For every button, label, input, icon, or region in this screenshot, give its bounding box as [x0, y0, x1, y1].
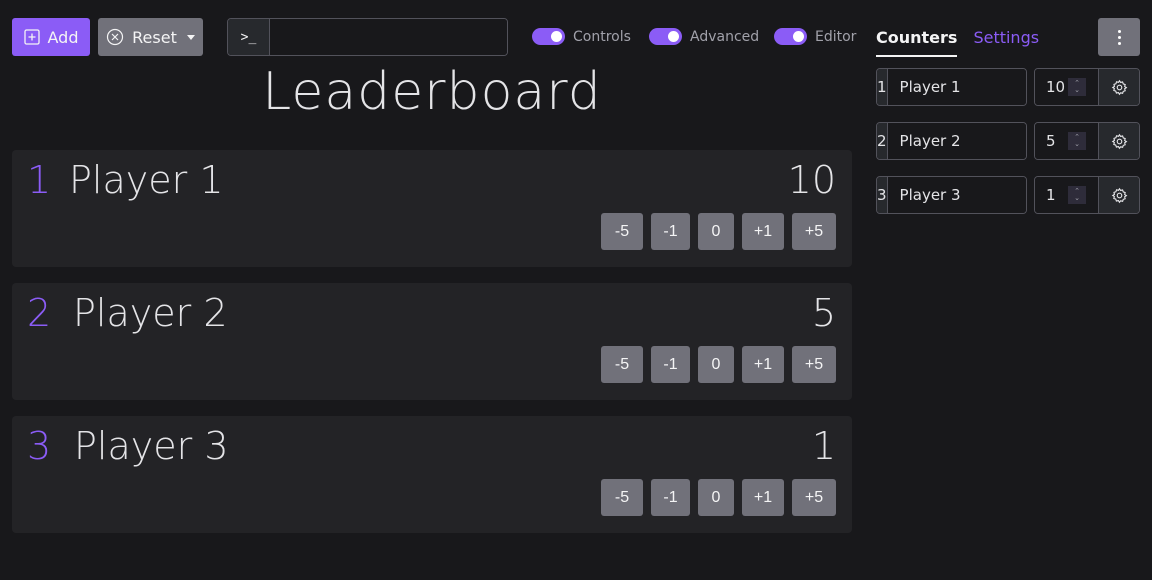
toggle-controls[interactable]: Controls [532, 28, 631, 45]
player-name: Player 3 [74, 424, 229, 468]
score-controls: -5 -1 0 +1 +5 [601, 479, 836, 516]
plus-5-button[interactable]: +5 [792, 479, 836, 516]
toggle-label: Advanced [690, 28, 760, 45]
leaderboard-card: 3 Player 3 1 -5 -1 0 +1 +5 [12, 416, 852, 533]
spinner-icon[interactable]: ⌃ ⌄ [1068, 186, 1086, 204]
plus-square-icon [23, 29, 40, 45]
add-label: Add [47, 27, 79, 47]
toggle-label: Editor [815, 28, 857, 45]
counter-name-input[interactable] [887, 123, 1026, 159]
kebab-dot [1117, 35, 1121, 39]
leaderboard-card: 1 Player 1 10 -5 -1 0 +1 +5 [12, 150, 852, 267]
spinner-icon[interactable]: ⌃ ⌄ [1068, 78, 1086, 96]
counter-name-group: 1 [876, 68, 1027, 106]
command-input[interactable] [270, 19, 507, 55]
score: 10 [787, 158, 836, 202]
zero-button[interactable]: 0 [698, 346, 734, 383]
counter-value-input[interactable]: 1 ⌃ ⌄ [1035, 177, 1099, 213]
leaderboard-card: 2 Player 2 5 -5 -1 0 +1 +5 [12, 283, 852, 400]
rank: 1 [27, 158, 52, 202]
counter-row: 3 1 ⌃⌄ [876, 176, 1140, 214]
zero-button[interactable]: 0 [698, 479, 734, 516]
gear-icon [1111, 79, 1127, 95]
player-name: Player 1 [69, 158, 224, 202]
minus-5-button[interactable]: -5 [601, 213, 643, 250]
command-input-group: >_ [227, 18, 508, 56]
counter-value: 10 [1046, 78, 1066, 96]
counter-row: 2 5 ⌃⌄ [876, 122, 1140, 160]
counter-settings-button[interactable] [1099, 123, 1139, 159]
zero-button[interactable]: 0 [698, 213, 734, 250]
counter-name-input[interactable] [887, 177, 1026, 213]
plus-5-button[interactable]: +5 [792, 346, 836, 383]
page-title: Leaderboard [262, 62, 602, 122]
counter-index: 3 [877, 177, 888, 213]
plus-1-button[interactable]: +1 [742, 213, 784, 250]
plus-1-button[interactable]: +1 [742, 346, 784, 383]
plus-1-button[interactable]: +1 [742, 479, 784, 516]
reset-label: Reset [132, 27, 177, 47]
kebab-dot [1117, 29, 1121, 33]
terminal-icon: >_ [228, 19, 270, 55]
minus-1-button[interactable]: -1 [651, 213, 690, 250]
counter-value-group: 1 ⌃ ⌄ [1034, 176, 1140, 214]
gear-icon [1111, 187, 1127, 203]
more-menu-button[interactable] [1098, 18, 1140, 56]
counter-name-group: 3 [876, 176, 1027, 214]
counter-value-group: 10 ⌃ ⌄ [1034, 68, 1140, 106]
score: 1 [811, 424, 836, 468]
counter-settings-button[interactable] [1099, 69, 1139, 105]
minus-5-button[interactable]: -5 [601, 479, 643, 516]
toggle-editor[interactable]: Editor [774, 28, 856, 45]
counter-value-group: 5 ⌃ ⌄ [1034, 122, 1140, 160]
x-circle-icon [107, 28, 124, 46]
counter-value: 1 [1046, 186, 1056, 204]
player-name: Player 2 [73, 291, 228, 335]
score: 5 [811, 291, 836, 335]
minus-5-button[interactable]: -5 [601, 346, 643, 383]
kebab-dot [1117, 41, 1121, 45]
tab-counters[interactable]: Counters [876, 28, 958, 57]
spinner-icon[interactable]: ⌃ ⌄ [1068, 132, 1086, 150]
toggle-label: Controls [573, 28, 631, 45]
side-panel-tabs: Counters Settings [876, 28, 1039, 57]
add-button[interactable]: Add [12, 18, 90, 56]
tab-settings[interactable]: Settings [973, 28, 1039, 57]
score-controls: -5 -1 0 +1 +5 [601, 213, 836, 250]
caret-down-icon [186, 34, 195, 40]
counter-value-input[interactable]: 10 ⌃ ⌄ [1035, 69, 1099, 105]
advanced-switch[interactable] [649, 28, 682, 45]
counter-value-input[interactable]: 5 ⌃ ⌄ [1035, 123, 1099, 159]
counter-index: 2 [877, 123, 888, 159]
counter-settings-button[interactable] [1099, 177, 1139, 213]
counter-value: 5 [1046, 132, 1056, 150]
toggle-advanced[interactable]: Advanced [649, 28, 759, 45]
counter-name-input[interactable] [887, 69, 1026, 105]
rank: 2 [27, 291, 52, 335]
score-controls: -5 -1 0 +1 +5 [601, 346, 836, 383]
controls-switch[interactable] [532, 28, 565, 45]
counter-row: 1 10 ⌃⌄ [876, 68, 1140, 106]
counter-name-group: 2 [876, 122, 1027, 160]
editor-switch[interactable] [774, 28, 807, 45]
rank: 3 [27, 424, 52, 468]
minus-1-button[interactable]: -1 [651, 479, 690, 516]
gear-icon [1111, 133, 1127, 149]
reset-button[interactable]: Reset [98, 18, 203, 56]
plus-5-button[interactable]: +5 [792, 213, 836, 250]
minus-1-button[interactable]: -1 [651, 346, 690, 383]
counter-index: 1 [877, 69, 888, 105]
